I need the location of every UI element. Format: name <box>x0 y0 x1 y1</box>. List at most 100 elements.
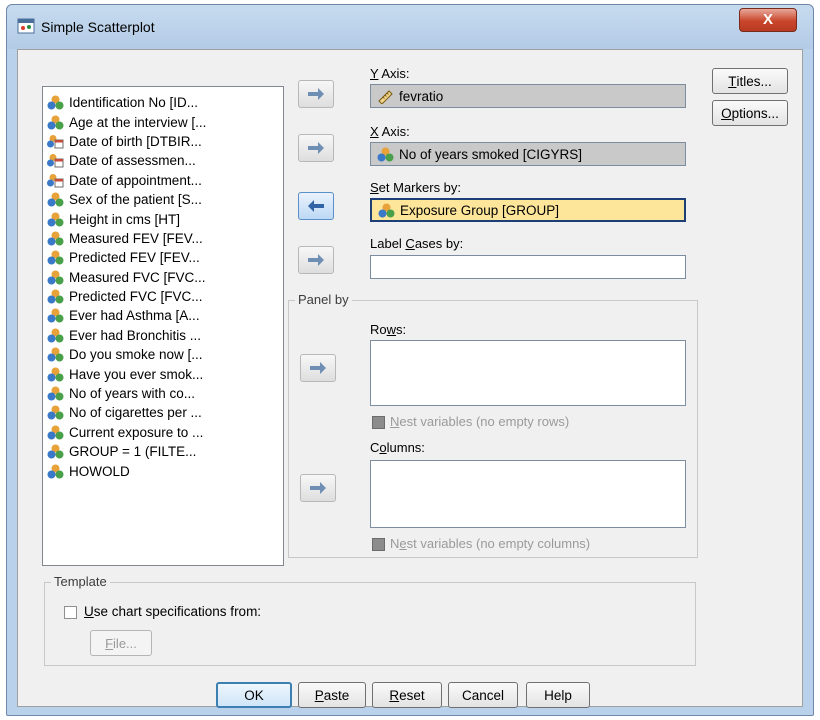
nest-columns-checkbox[interactable] <box>372 538 385 551</box>
move-to-label-cases-button[interactable] <box>298 246 334 274</box>
nominal-icon <box>47 464 64 479</box>
variable-list-item[interactable]: Age at the interview [... <box>47 112 283 131</box>
dialog-window: Simple Scatterplot X Identification No [… <box>6 4 814 716</box>
nominal-icon <box>47 289 64 304</box>
arrow-right-icon <box>308 254 324 266</box>
variable-list-item[interactable]: Date of birth [DTBIR... <box>47 132 283 151</box>
columns-list[interactable] <box>370 460 686 528</box>
use-chart-spec-label: Use chart specifications from: <box>84 604 262 619</box>
variable-list-item[interactable]: Height in cms [HT] <box>47 209 283 228</box>
nest-rows-label: Nest variables (no empty rows) <box>390 414 570 429</box>
variable-label: GROUP = 1 (FILTE... <box>69 444 197 460</box>
titles-button[interactable]: Titles... <box>712 68 788 94</box>
move-to-x-axis-button[interactable] <box>298 134 334 162</box>
panel-by-legend: Panel by <box>295 292 352 307</box>
nominal-icon <box>47 231 64 246</box>
variable-list-item[interactable]: Sex of the patient [S... <box>47 190 283 209</box>
move-to-rows-button[interactable] <box>300 354 336 382</box>
variable-list-item[interactable]: Do you smoke now [... <box>47 345 283 364</box>
y-axis-field[interactable]: fevratio <box>370 84 686 108</box>
variable-label: Sex of the patient [S... <box>69 192 202 208</box>
cancel-button[interactable]: Cancel <box>448 682 518 708</box>
ok-button[interactable]: OK <box>216 682 292 708</box>
variable-list-item[interactable]: HOWOLD <box>47 461 283 480</box>
file-button[interactable]: File... <box>90 630 152 656</box>
date-icon <box>47 154 64 168</box>
rows-list[interactable] <box>370 340 686 406</box>
set-markers-label: Set Markers by: <box>370 180 462 195</box>
nominal-icon <box>47 405 64 420</box>
variable-list-item[interactable]: Measured FVC [FVC... <box>47 268 283 287</box>
variable-list-item[interactable]: GROUP = 1 (FILTE... <box>47 442 283 461</box>
paste-button[interactable]: Paste <box>298 682 366 708</box>
variable-label: Identification No [ID... <box>69 95 199 111</box>
reset-button[interactable]: Reset <box>372 682 442 708</box>
variable-list-item[interactable]: Current exposure to ... <box>47 423 283 442</box>
variable-list-item[interactable]: Predicted FEV [FEV... <box>47 248 283 267</box>
set-markers-field[interactable]: Exposure Group [GROUP] <box>370 198 686 222</box>
columns-label: Columns: <box>370 440 425 455</box>
variable-label: HOWOLD <box>69 463 130 479</box>
nominal-icon <box>47 308 64 323</box>
close-button[interactable]: X <box>739 8 797 32</box>
nominal-icon <box>47 250 64 265</box>
nominal-icon <box>47 95 64 110</box>
arrow-left-icon <box>308 200 324 212</box>
nominal-icon <box>47 328 64 343</box>
label-cases-field[interactable] <box>370 255 686 279</box>
variable-label: Current exposure to ... <box>69 424 204 440</box>
date-icon <box>47 173 64 188</box>
variable-list-item[interactable]: Measured FEV [FEV... <box>47 229 283 248</box>
options-button[interactable]: Options... <box>712 100 788 126</box>
arrow-right-icon <box>308 88 324 100</box>
rows-label: Rows: <box>370 322 407 337</box>
variable-label: No of cigarettes per ... <box>69 405 202 421</box>
y-axis-value: fevratio <box>399 88 444 104</box>
variable-list-item[interactable]: Ever had Bronchitis ... <box>47 326 283 345</box>
nominal-icon <box>47 425 64 440</box>
nominal-icon <box>47 212 64 227</box>
help-button[interactable]: Help <box>526 682 590 708</box>
nominal-icon <box>377 147 394 161</box>
window-title: Simple Scatterplot <box>41 19 155 35</box>
arrow-right-icon <box>310 482 326 494</box>
nominal-icon <box>47 444 64 459</box>
variable-list-item[interactable]: Date of appointment... <box>47 171 283 190</box>
use-chart-spec-checkbox[interactable] <box>64 606 77 619</box>
ruler-icon <box>378 89 393 104</box>
variable-label: Predicted FEV [FEV... <box>69 250 200 266</box>
variable-label: Date of assessmen... <box>69 153 196 169</box>
variable-label: Ever had Asthma [A... <box>69 308 200 324</box>
nominal-icon <box>47 347 64 362</box>
dialog-content: Identification No [ID... Age at the inter… <box>17 49 803 708</box>
variable-list-item[interactable]: Predicted FVC [FVC... <box>47 287 283 306</box>
template-legend: Template <box>51 574 110 589</box>
nominal-icon <box>47 367 64 382</box>
variable-list-item[interactable]: Date of assessmen... <box>47 151 283 170</box>
variable-list-item[interactable]: No of cigarettes per ... <box>47 403 283 422</box>
variable-list-item[interactable]: No of years with co... <box>47 384 283 403</box>
nest-rows-checkbox[interactable] <box>372 416 385 429</box>
nest-columns-label: Nest variables (no empty columns) <box>390 536 591 551</box>
variable-list[interactable]: Identification No [ID... Age at the inter… <box>42 86 284 566</box>
variable-label: Measured FVC [FVC... <box>69 269 206 285</box>
x-axis-field[interactable]: No of years smoked [CIGYRS] <box>370 142 686 166</box>
label-cases-label: Label Cases by: <box>370 236 464 251</box>
set-markers-value: Exposure Group [GROUP] <box>400 202 560 218</box>
title-bar[interactable]: Simple Scatterplot X <box>7 5 813 49</box>
move-to-y-axis-button[interactable] <box>298 80 334 108</box>
variable-label: Age at the interview [... <box>69 114 207 130</box>
x-axis-value: No of years smoked [CIGYRS] <box>399 146 583 162</box>
variable-label: Have you ever smok... <box>69 366 204 382</box>
variable-list-item[interactable]: Ever had Asthma [A... <box>47 306 283 325</box>
variable-label: Predicted FVC [FVC... <box>69 289 203 305</box>
scatterplot-app-icon <box>17 18 35 34</box>
variable-list-item[interactable]: Have you ever smok... <box>47 364 283 383</box>
variable-label: No of years with co... <box>69 386 196 402</box>
variable-list-item[interactable]: Identification No [ID... <box>47 93 283 112</box>
arrow-right-icon <box>310 362 326 374</box>
move-back-markers-button[interactable] <box>298 192 334 220</box>
variable-label: Date of birth [DTBIR... <box>69 133 202 149</box>
variable-label: Do you smoke now [... <box>69 347 203 363</box>
move-to-columns-button[interactable] <box>300 474 336 502</box>
